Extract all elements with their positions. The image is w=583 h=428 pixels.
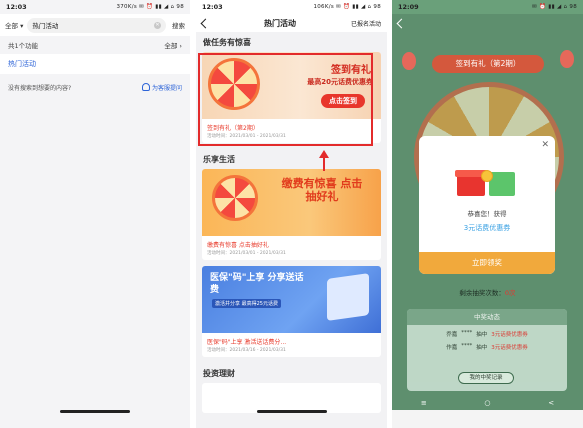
status-icons: 370K/s ✉ ⏰ ▮▮ ◢ ⌂ 98 — [116, 4, 184, 10]
feedback-row: 没有搜索到想要的内容? 为客服提问 — [0, 74, 190, 100]
wheel-icon — [212, 175, 258, 221]
status-icons: ✉ ⏰ ▮▮ ◢ ⌂ 98 — [532, 4, 577, 10]
search-bar: 全部 ▾ 热门活动 ✕ 搜索 — [0, 14, 190, 36]
invest-card[interactable] — [202, 383, 381, 413]
annotation-highlight-box — [198, 53, 373, 146]
banner-title: 缴费有惊喜 点击抽好礼 — [281, 177, 363, 203]
search-query[interactable]: 热门活动 — [32, 20, 154, 30]
menu-icon[interactable]: ≡ — [421, 399, 427, 407]
insurance-banner[interactable]: 医保"码"上享 分享送话费 激活并分享 最高得25元话费 — [202, 266, 381, 333]
chances-value: 0次 — [504, 289, 516, 297]
status-bar: 12:03 370K/s ✉ ⏰ ▮▮ ◢ ⌂ 98 — [0, 0, 190, 14]
activity-card-insurance[interactable]: 医保"码"上享 分享送话费 激活并分享 最高得25元话费 医保"码"上享 激活送… — [202, 266, 381, 357]
balloon-icon — [402, 52, 416, 70]
result-count: 共1个功能 — [8, 42, 39, 50]
registered-activities-link[interactable]: 已报名活动 — [351, 19, 381, 28]
section-title-invest: 投资理财 — [203, 369, 235, 378]
back-icon[interactable] — [396, 18, 407, 28]
section-title-life: 乐享生活 — [203, 155, 235, 164]
headset-icon — [141, 83, 150, 91]
prize-text: 3元话费优惠券 — [463, 224, 511, 232]
home-indicator[interactable] — [60, 410, 130, 413]
banner-subtitle: 激活并分享 最高得25元话费 — [212, 299, 281, 308]
activity-card-payment[interactable]: 缴费有惊喜 点击抽好礼 缴费有惊喜 点击抽好礼 活动时间：2021/03/01 … — [202, 169, 381, 260]
section-title-tasks: 做任务有惊喜 — [203, 38, 251, 47]
winner-row: 作嘉 **** 抽中 3元话费优惠券 — [446, 343, 528, 351]
clear-icon[interactable]: ✕ — [154, 21, 161, 29]
back-icon[interactable] — [200, 18, 211, 28]
search-button[interactable]: 搜索 — [172, 20, 185, 30]
result-item[interactable]: 热门活动 — [0, 54, 190, 74]
search-scope-dropdown[interactable]: 全部 ▾ — [5, 20, 23, 30]
filter-dropdown[interactable]: 全部 › — [164, 40, 182, 50]
card-date: 活动时间：2021/03/16 - 2021/03/31 — [207, 348, 286, 353]
system-softkeys: ≡ ○ < — [392, 396, 583, 410]
congrats-text: 恭喜您！获得 — [467, 210, 507, 218]
ask-service-link[interactable]: 为客服提问 — [141, 83, 182, 92]
home-icon[interactable]: ○ — [484, 399, 490, 407]
card-date: 活动时间：2021/03/01 - 2021/03/31 — [207, 251, 286, 256]
status-icons: 106K/s ✉ ⏰ ▮▮ ◢ ⌂ 98 — [313, 4, 381, 10]
feedback-prompt: 没有搜索到想要的内容? — [8, 84, 72, 92]
gift-icon — [455, 150, 515, 196]
winner-row: 乔嘉 **** 抽中 3元话费优惠券 — [446, 330, 528, 338]
back-nav-icon[interactable]: < — [548, 399, 554, 407]
status-time: 12:03 — [202, 3, 223, 11]
claim-prize-button[interactable]: 立即领奖 — [419, 252, 555, 274]
card-name: 缴费有惊喜 点击抽好礼 — [207, 242, 269, 249]
annotation-arrow-line — [323, 157, 325, 171]
status-bar: 12:09 ✉ ⏰ ▮▮ ◢ ⌂ 98 — [392, 0, 583, 14]
home-indicator[interactable] — [256, 410, 327, 413]
banner-title: 医保"码"上享 分享送话费 — [210, 273, 304, 295]
status-time: 12:09 — [398, 3, 419, 11]
prize-modal: ✕ 恭喜您！获得 3元话费优惠券 立即领奖 — [419, 136, 555, 274]
status-time: 12:03 — [6, 3, 27, 11]
nav-bar — [392, 14, 583, 32]
page-title: 热门活动 — [263, 18, 296, 28]
phone-illustration-icon — [327, 273, 369, 321]
bottom-strip — [392, 410, 583, 428]
my-record-button[interactable]: 我的中奖记录 — [458, 372, 514, 384]
result-summary: 共1个功能 全部 › — [0, 36, 190, 54]
winners-title: 中奖动态 — [407, 309, 567, 325]
search-screen: 12:03 370K/s ✉ ⏰ ▮▮ ◢ ⌂ 98 全部 ▾ 热门活动 ✕ 搜… — [0, 0, 190, 428]
nav-bar: 热门活动 已报名活动 — [196, 14, 387, 32]
payment-banner[interactable]: 缴费有惊喜 点击抽好礼 — [202, 169, 381, 236]
status-bar: 12:03 106K/s ✉ ⏰ ▮▮ ◢ ⌂ 98 — [196, 0, 387, 14]
card-name: 医保"码"上享 激活送话费分... — [207, 339, 287, 346]
activity-title: 签到有礼（第2期） — [432, 55, 544, 73]
close-icon[interactable]: ✕ — [541, 140, 549, 150]
balloon-icon — [560, 50, 574, 68]
remaining-chances: 剩余抽奖次数：0次 — [459, 289, 516, 297]
search-input[interactable]: 热门活动 ✕ — [27, 17, 166, 33]
